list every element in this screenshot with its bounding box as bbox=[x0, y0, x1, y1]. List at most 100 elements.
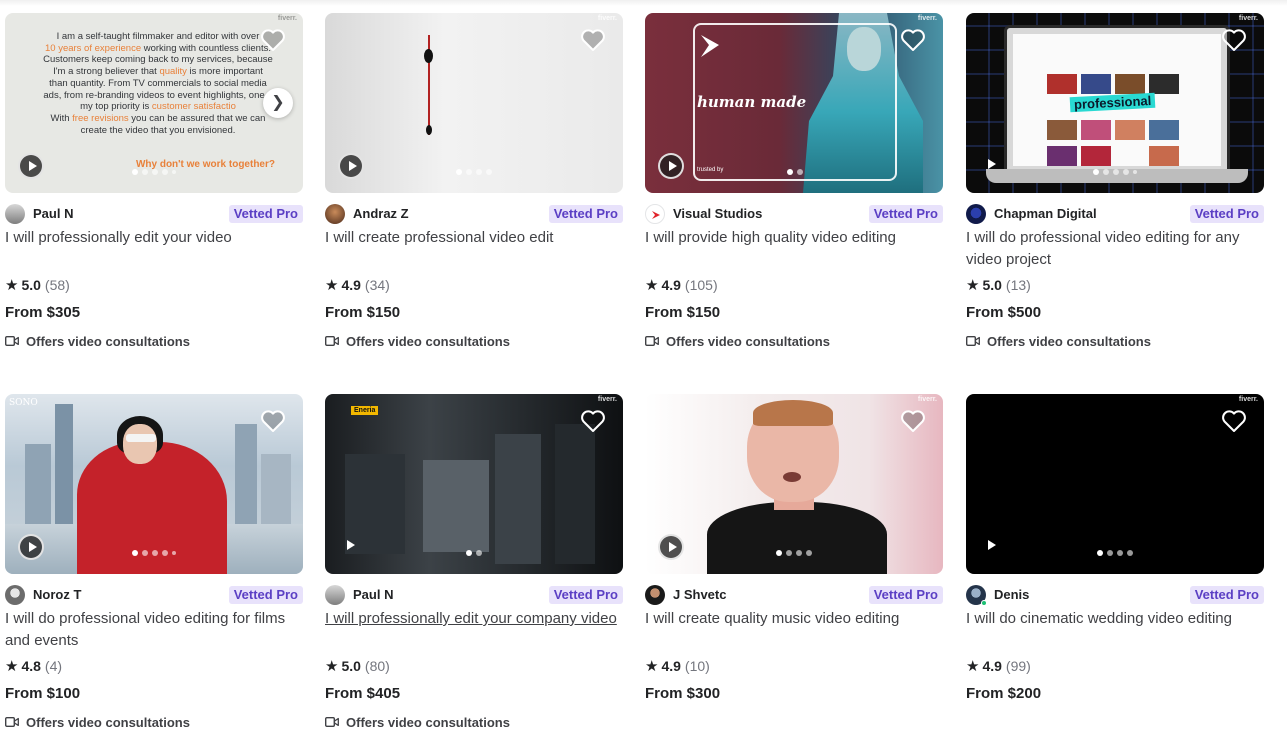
carousel-dot[interactable] bbox=[476, 169, 482, 175]
heart-icon[interactable] bbox=[900, 28, 926, 52]
gig-card[interactable]: fiverr. J Shvetc Vetted Pro I will creat… bbox=[645, 394, 943, 705]
seller-name[interactable]: J Shvetc bbox=[673, 587, 726, 602]
gig-title[interactable]: I will do professional video editing for… bbox=[5, 608, 303, 652]
carousel-dot[interactable] bbox=[806, 550, 812, 556]
avatar[interactable] bbox=[325, 204, 345, 224]
carousel-dot[interactable] bbox=[466, 169, 472, 175]
gig-card[interactable]: SONO Noroz T Vetted Pro I will do profes… bbox=[5, 394, 303, 731]
carousel-dot[interactable] bbox=[476, 550, 482, 556]
play-icon[interactable] bbox=[979, 153, 1005, 179]
play-icon[interactable] bbox=[338, 153, 364, 179]
gig-title[interactable]: I will create professional video edit bbox=[325, 227, 623, 271]
gig-card[interactable]: I am a self-taught filmmaker and editor … bbox=[5, 13, 303, 350]
carousel-dot[interactable] bbox=[162, 169, 168, 175]
heart-icon[interactable] bbox=[1221, 28, 1247, 52]
chevron-right-icon[interactable]: ❯ bbox=[263, 88, 293, 118]
seller-name[interactable]: Noroz T bbox=[33, 587, 81, 602]
carousel-dot[interactable] bbox=[142, 169, 148, 175]
rating: ★ 4.9 (10) bbox=[645, 657, 943, 675]
gig-thumbnail[interactable]: professional fiverr. bbox=[966, 13, 1264, 193]
seller-name[interactable]: Andraz Z bbox=[353, 206, 409, 221]
gig-title[interactable]: I will do professional video editing for… bbox=[966, 227, 1264, 271]
gig-thumbnail[interactable]: fiverr. bbox=[325, 13, 623, 193]
carousel-dot[interactable] bbox=[486, 169, 492, 175]
gig-thumbnail[interactable]: human made trusted by fiverr. bbox=[645, 13, 943, 193]
carousel-dot[interactable] bbox=[1093, 169, 1099, 175]
gig-card[interactable]: Eneria fiverr. Paul N Vetted Pro I will … bbox=[325, 394, 623, 731]
watermark: fiverr. bbox=[1238, 15, 1258, 22]
play-icon[interactable] bbox=[979, 534, 1005, 560]
gig-thumbnail[interactable]: Eneria fiverr. bbox=[325, 394, 623, 574]
carousel-dot[interactable] bbox=[797, 169, 803, 175]
carousel-dots bbox=[1097, 550, 1133, 556]
star-icon: ★ bbox=[966, 277, 980, 294]
play-icon[interactable] bbox=[338, 534, 364, 560]
play-icon[interactable] bbox=[18, 153, 44, 179]
play-icon[interactable] bbox=[18, 534, 44, 560]
gig-card[interactable]: fiverr. Andraz Z Vetted Pro I will creat… bbox=[325, 13, 623, 350]
carousel-dot[interactable] bbox=[1123, 169, 1129, 175]
heart-icon[interactable] bbox=[580, 28, 606, 52]
carousel-dot[interactable] bbox=[1133, 170, 1137, 174]
rating: ★ 5.0 (13) bbox=[966, 276, 1264, 294]
seller-name[interactable]: Chapman Digital bbox=[994, 206, 1097, 221]
carousel-dot[interactable] bbox=[786, 550, 792, 556]
thumbnail-person bbox=[783, 472, 801, 482]
seller-name[interactable]: Denis bbox=[994, 587, 1029, 602]
carousel-dot[interactable] bbox=[132, 169, 138, 175]
heart-icon[interactable] bbox=[260, 28, 286, 52]
gig-thumbnail[interactable]: SONO bbox=[5, 394, 303, 574]
carousel-dot[interactable] bbox=[172, 551, 176, 555]
carousel-dot[interactable] bbox=[787, 169, 793, 175]
carousel-dot[interactable] bbox=[132, 550, 138, 556]
seller-name[interactable]: Paul N bbox=[353, 587, 393, 602]
gig-thumbnail[interactable]: I am a self-taught filmmaker and editor … bbox=[5, 13, 303, 193]
carousel-dot[interactable] bbox=[796, 550, 802, 556]
gig-title[interactable]: I will provide high quality video editin… bbox=[645, 227, 943, 271]
avatar[interactable] bbox=[966, 204, 986, 224]
heart-icon[interactable] bbox=[1221, 409, 1247, 433]
heart-icon[interactable] bbox=[900, 409, 926, 433]
video-camera-icon bbox=[5, 717, 19, 727]
carousel-dot[interactable] bbox=[1103, 169, 1109, 175]
avatar[interactable] bbox=[325, 585, 345, 605]
carousel-dot[interactable] bbox=[466, 550, 472, 556]
carousel-dot[interactable] bbox=[142, 550, 148, 556]
gig-title[interactable]: I will professionally edit your video bbox=[5, 227, 303, 271]
carousel-dot[interactable] bbox=[1113, 169, 1119, 175]
play-icon[interactable] bbox=[658, 153, 684, 179]
carousel-dot[interactable] bbox=[776, 550, 782, 556]
video-camera-icon bbox=[325, 717, 339, 727]
gig-title[interactable]: I will create quality music video editin… bbox=[645, 608, 943, 652]
carousel-dot[interactable] bbox=[1107, 550, 1113, 556]
gig-title[interactable]: I will do cinematic wedding video editin… bbox=[966, 608, 1264, 652]
seller-name[interactable]: Paul N bbox=[33, 206, 73, 221]
gig-card[interactable]: professional fiverr. Chapman Digital Vet… bbox=[966, 13, 1264, 350]
gig-card[interactable]: fiverr. Denis Vetted Pro I will do cinem… bbox=[966, 394, 1264, 705]
carousel-dot[interactable] bbox=[1097, 550, 1103, 556]
thumbnail-label: Eneria bbox=[351, 406, 379, 415]
carousel-dot[interactable] bbox=[1117, 550, 1123, 556]
carousel-dot[interactable] bbox=[456, 169, 462, 175]
heart-icon[interactable] bbox=[260, 409, 286, 433]
seller-name[interactable]: Visual Studios bbox=[673, 206, 762, 221]
gig-thumbnail[interactable]: fiverr. bbox=[645, 394, 943, 574]
gig-title[interactable]: I will professionally edit your company … bbox=[325, 608, 623, 652]
heart-icon[interactable] bbox=[580, 409, 606, 433]
gig-thumbnail[interactable]: fiverr. bbox=[966, 394, 1264, 574]
avatar[interactable] bbox=[5, 585, 25, 605]
carousel-dot[interactable] bbox=[1127, 550, 1133, 556]
thumbnail-tile bbox=[1115, 74, 1145, 94]
review-count: (13) bbox=[1005, 277, 1031, 293]
gig-card[interactable]: human made trusted by fiverr. Visual Stu… bbox=[645, 13, 943, 350]
avatar[interactable] bbox=[645, 585, 665, 605]
carousel-dot[interactable] bbox=[152, 550, 158, 556]
play-icon[interactable] bbox=[658, 534, 684, 560]
review-count: (99) bbox=[1005, 658, 1031, 674]
carousel-dots bbox=[776, 550, 812, 556]
carousel-dot[interactable] bbox=[152, 169, 158, 175]
carousel-dot[interactable] bbox=[162, 550, 168, 556]
avatar[interactable] bbox=[645, 204, 665, 224]
avatar[interactable] bbox=[5, 204, 25, 224]
carousel-dot[interactable] bbox=[172, 170, 176, 174]
